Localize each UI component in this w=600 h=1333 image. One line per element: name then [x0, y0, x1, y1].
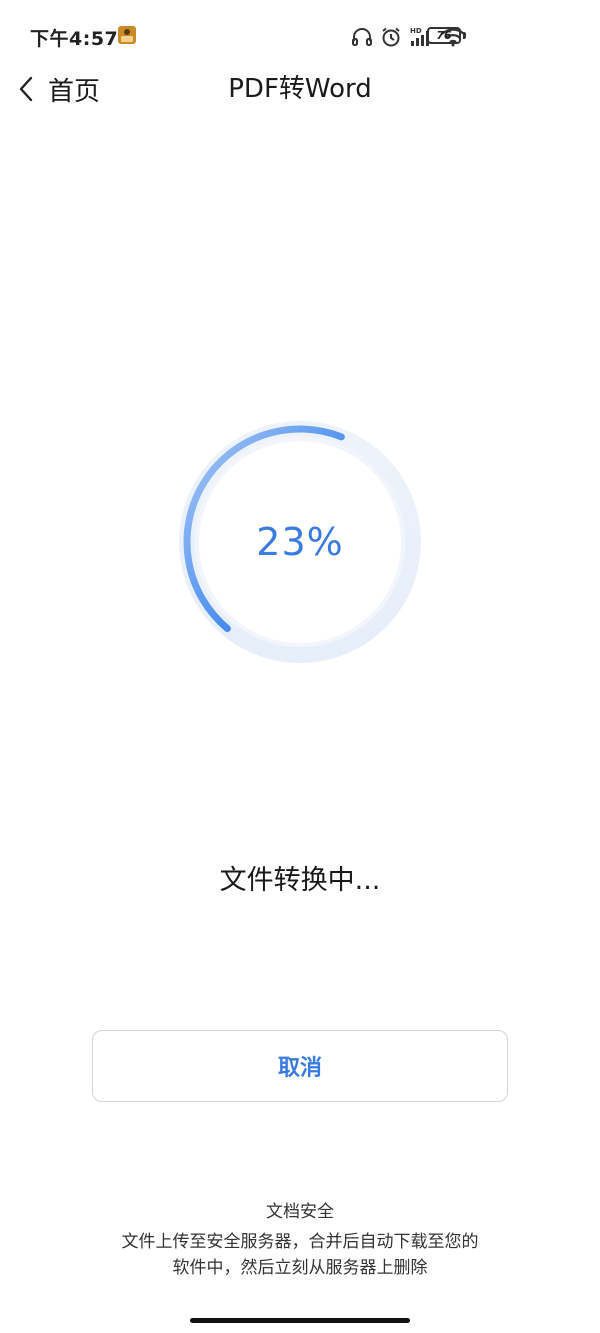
- security-title: 文档安全: [266, 1202, 334, 1222]
- battery-cap: [463, 32, 466, 39]
- app-notification-icon: [118, 26, 136, 44]
- cancel-button[interactable]: 取消: [92, 1030, 508, 1102]
- progress-ring: 23%: [176, 418, 424, 666]
- headphones-icon: [352, 28, 372, 46]
- progress-percent: 23%: [256, 520, 344, 564]
- chevron-left-icon: [19, 76, 33, 102]
- alarm-icon: [382, 27, 400, 47]
- security-line-2: 软件中，然后立刻从服务器上删除: [172, 1258, 428, 1278]
- converting-status: 文件转换中...: [219, 865, 381, 896]
- battery-icon: 76: [427, 27, 461, 44]
- status-time: 下午4:57: [30, 28, 119, 50]
- nav-bar: PDF转Word 首页: [0, 66, 600, 112]
- home-indicator[interactable]: [190, 1318, 410, 1323]
- back-button[interactable]: 首页: [18, 66, 100, 112]
- back-label: 首页: [48, 76, 101, 107]
- screen: 下午4:57 HD 76 PDF转Word 首页 23% 文件转换中... 取消…: [0, 0, 600, 1333]
- svg-text:HD: HD: [410, 27, 422, 35]
- status-bar: 下午4:57 HD 76: [0, 0, 600, 70]
- security-description: 文件上传至安全服务器，合并后自动下载至您的 软件中，然后立刻从服务器上删除: [60, 1229, 540, 1281]
- security-line-1: 文件上传至安全服务器，合并后自动下载至您的: [121, 1232, 479, 1252]
